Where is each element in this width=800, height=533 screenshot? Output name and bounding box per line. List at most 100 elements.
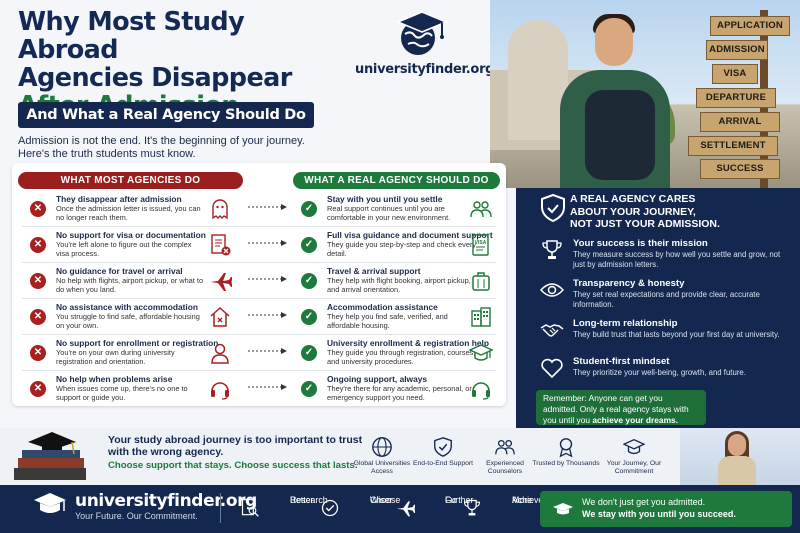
remember-note: Remember: Anyone can get you admitted. O… [536, 390, 706, 425]
sign-departure: DEPARTURE [696, 88, 776, 108]
good-agency-heading: WHAT A REAL AGENCY SHOULD DO [293, 172, 500, 189]
bad-item-desc: No help with flights, airport pickup, or… [56, 276, 204, 295]
svg-text:VISA: VISA [475, 240, 487, 246]
document-x-icon [211, 234, 231, 256]
good-item: ✓ Full visa guidance and document suppor… [301, 229, 499, 263]
visa-document-icon: VISA [472, 234, 489, 256]
value-desc: They measure success by how well you set… [573, 250, 781, 269]
x-icon: ✕ [30, 273, 46, 289]
people-icon [470, 201, 492, 218]
value-desc: They build trust that lasts beyond your … [573, 330, 780, 339]
footer-tagline: Your Future. Our Commitment. [75, 511, 198, 521]
real-agency-heading: A REAL AGENCY CARES ABOUT YOUR JOURNEY, … [570, 193, 790, 231]
student-body [718, 456, 756, 485]
sign-success: SUCCESS [700, 159, 780, 179]
arrow-right-icon [248, 240, 287, 246]
check-icon: ✓ [301, 381, 317, 397]
shield-check-icon [541, 193, 565, 223]
trophy-icon [463, 499, 481, 516]
sign-arrival: ARRIVAL [700, 112, 780, 132]
heart-icon [541, 358, 563, 379]
sign-application: APPLICATION [710, 16, 790, 36]
check-icon: ✓ [301, 345, 317, 361]
x-icon: ✕ [30, 345, 46, 361]
promise-line-1: We don't just get you admitted. [582, 497, 706, 507]
arrow-right-icon [248, 276, 287, 282]
search-document-icon [241, 499, 259, 517]
value-title: Transparency & honesty [573, 278, 685, 289]
check-icon: ✓ [301, 237, 317, 253]
feature-label: Trusted by Thousands [532, 460, 600, 467]
graduation-cap-globe-icon [396, 11, 448, 55]
arrow-right-icon [248, 348, 287, 354]
good-item: ✓ Accommodation assistance They help you… [301, 301, 499, 335]
bad-item: ✕ No guidance for travel or arrival No h… [30, 265, 246, 299]
brand-logo[interactable]: universityfinder.org [355, 8, 495, 77]
strip-subline: Choose support that stays. Choose succes… [108, 460, 358, 471]
backpack-image [585, 90, 655, 180]
good-item-desc: They guide you through registration, cou… [327, 348, 476, 367]
value-title: Your success is their mission [573, 238, 708, 249]
remember-emphasis: achieve your dreams. [592, 415, 679, 425]
airplane-icon [396, 501, 415, 517]
feature-trusted-by-thousands: Trusted by Thousands [529, 436, 603, 468]
x-icon: ✕ [30, 309, 46, 325]
sign-admission: ADMISSION [706, 40, 768, 60]
bad-item-title: No assistance with accommodation [56, 302, 198, 312]
footer-divider [220, 493, 221, 523]
suitcase-icon [472, 272, 490, 291]
heading-line: A REAL AGENCY CARES [570, 193, 696, 205]
title-line-2: Agencies Disappear [18, 63, 292, 93]
check-icon: ✓ [301, 309, 317, 325]
good-item: ✓ Travel & arrival support They help wit… [301, 265, 499, 299]
value-desc: They prioritize your well-being, growth,… [573, 368, 746, 377]
bad-item: ✕ They disappear after admission Once th… [30, 193, 246, 227]
heading-line: NOT JUST YOUR ADMISSION. [570, 218, 720, 230]
award-icon [559, 438, 573, 458]
arrow-right-icon [248, 384, 287, 390]
bad-item-desc: You struggle to find safe, affordable ho… [56, 312, 200, 331]
good-item-title: Ongoing support, always [327, 374, 428, 384]
good-item-desc: Real support continues until you are com… [327, 204, 451, 223]
bad-item: ✕ No support for visa or documentation Y… [30, 229, 246, 263]
good-item-desc: They help you find safe, verified, and a… [327, 312, 448, 331]
good-item-title: Full visa guidance and document support [327, 230, 493, 240]
good-item-desc: They guide you step-by-step and check ev… [327, 240, 477, 259]
graduation-cap-icon [34, 493, 66, 513]
value-desc: They set real expectations and provide c… [573, 290, 760, 309]
bad-item-desc: Once the admission letter is issued, you… [56, 204, 201, 223]
x-icon: ✕ [30, 381, 46, 397]
bad-item-title: They disappear after admission [56, 194, 182, 204]
student-head [728, 434, 746, 456]
good-item-title: Accommodation assistance [327, 302, 438, 312]
subtitle-banner: And What a Real Agency Should Do [18, 102, 314, 128]
good-item: ✓ Stay with you until you settle Real su… [301, 193, 499, 227]
good-item-title: Stay with you until you settle [327, 194, 443, 204]
globe-icon [372, 437, 392, 457]
check-icon: ✓ [301, 201, 317, 217]
strip-headline: Your study abroad journey is too importa… [108, 434, 363, 458]
building-icon [471, 307, 491, 327]
check-icon: ✓ [301, 273, 317, 289]
footer-promise-box: We don't just get you admitted. We stay … [540, 491, 792, 527]
x-icon: ✕ [30, 201, 46, 217]
headset-icon [472, 382, 490, 400]
footer-brand-name[interactable]: universityfinder.org [75, 491, 257, 511]
good-item-title: University enrollment & registration hel… [327, 338, 489, 348]
good-item-desc: They're there for any academic, personal… [327, 384, 472, 403]
airplane-icon [210, 273, 232, 291]
people-icon [495, 439, 515, 455]
headset-icon [211, 382, 229, 400]
bad-item-title: No help when problems arise [56, 374, 173, 384]
brand-name: universityfinder.org [355, 62, 495, 77]
graduation-cap-icon [553, 503, 573, 515]
eye-icon [540, 283, 564, 297]
bad-item: ✕ No assistance with accommodation You s… [30, 301, 246, 335]
dome-image [508, 20, 568, 140]
comparison-panel: WHAT MOST AGENCIES DO WHAT A REAL AGENCY… [12, 163, 506, 406]
trophy-icon [542, 240, 562, 259]
ghost-icon [212, 199, 228, 220]
house-x-icon [210, 306, 230, 327]
arrow-right-icon [248, 204, 287, 210]
bad-agencies-heading: WHAT MOST AGENCIES DO [18, 172, 243, 189]
